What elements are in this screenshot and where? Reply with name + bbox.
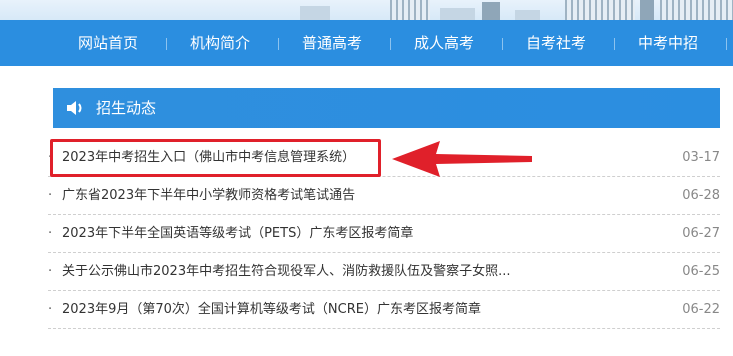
- news-item[interactable]: · 广东省2023年下半年中小学教师资格考试笔试通告 06-28: [48, 177, 720, 215]
- banner-building: [440, 8, 475, 20]
- news-title[interactable]: 关于公示佛山市2023年中考招生符合现役军人、消防救援队伍及警察子女照...: [62, 253, 510, 290]
- nav-item-adult-exam[interactable]: 成人高考: [398, 20, 490, 66]
- news-date: 06-22: [682, 302, 720, 317]
- news-title[interactable]: 广东省2023年下半年中小学教师资格考试笔试通告: [62, 177, 355, 214]
- nav-separator: [278, 38, 279, 50]
- banner-building: [640, 0, 654, 20]
- nav-separator: [726, 38, 727, 50]
- banner-building: [482, 2, 500, 20]
- bullet: ·: [48, 264, 53, 279]
- header-banner: [0, 0, 733, 20]
- banner-building: [660, 0, 733, 20]
- bullet: ·: [48, 188, 53, 203]
- speaker-icon: [67, 101, 82, 115]
- banner-building: [515, 10, 540, 20]
- nav-separator: [390, 38, 391, 50]
- news-item[interactable]: · 2023年9月（第70次）全国计算机等级考试（NCRE）广东考区报考简章 0…: [48, 291, 720, 329]
- main-nav: 网站首页 机构简介 普通高考 成人高考 自考社考 中考中招: [0, 20, 733, 66]
- banner-building: [390, 0, 430, 20]
- nav-item-zhongkao[interactable]: 中考中招: [622, 20, 714, 66]
- banner-building: [565, 0, 635, 20]
- bullet: ·: [48, 302, 53, 317]
- section-header: 招生动态: [53, 88, 720, 128]
- nav-separator: [166, 38, 167, 50]
- news-date: 06-25: [682, 264, 720, 279]
- bullet: ·: [48, 226, 53, 241]
- nav-separator: [502, 38, 503, 50]
- nav-item-gaokao[interactable]: 普通高考: [286, 20, 378, 66]
- news-item[interactable]: · 2023年下半年全国英语等级考试（PETS）广东考区报考简章 06-27: [48, 215, 720, 253]
- news-date: 06-27: [682, 226, 720, 241]
- banner-building: [300, 6, 330, 20]
- news-date: 03-17: [682, 150, 720, 165]
- news-item[interactable]: · 关于公示佛山市2023年中考招生符合现役军人、消防救援队伍及警察子女照...…: [48, 253, 720, 291]
- nav-item-about[interactable]: 机构简介: [174, 20, 266, 66]
- nav-separator: [614, 38, 615, 50]
- news-title[interactable]: 2023年9月（第70次）全国计算机等级考试（NCRE）广东考区报考简章: [62, 291, 481, 328]
- section-title: 招生动态: [96, 99, 157, 117]
- news-title[interactable]: 2023年下半年全国英语等级考试（PETS）广东考区报考简章: [62, 215, 413, 252]
- nav-item-self-study[interactable]: 自考社考: [510, 20, 602, 66]
- news-date: 06-28: [682, 188, 720, 203]
- nav-item-home[interactable]: 网站首页: [62, 20, 154, 66]
- highlight-box: [50, 139, 381, 177]
- red-arrow-icon: [392, 141, 532, 177]
